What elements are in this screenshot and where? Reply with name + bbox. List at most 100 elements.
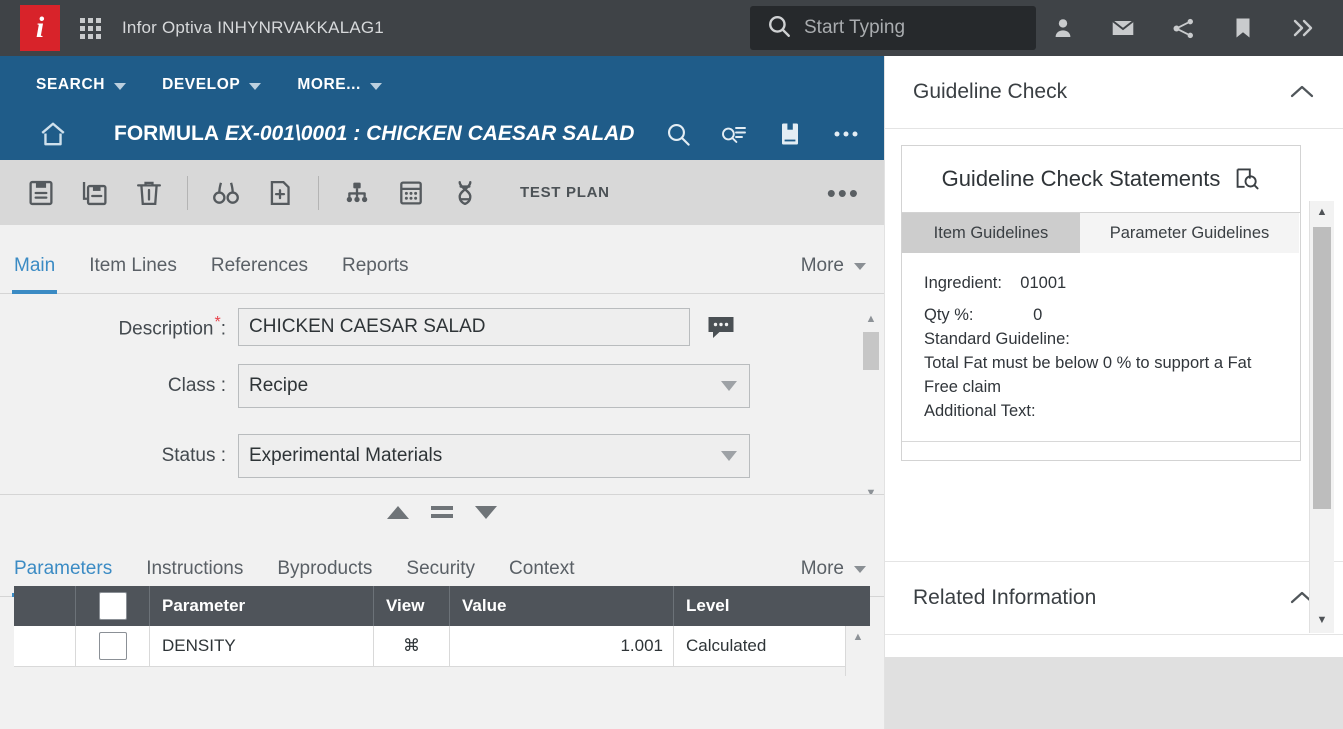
- collapse-up-icon[interactable]: [387, 506, 409, 519]
- share-icon[interactable]: [1153, 0, 1213, 56]
- page-title: FORMULA EX-001\0001 : CHICKEN CAESAR SAL…: [114, 122, 634, 146]
- inspect-document-icon[interactable]: [1234, 166, 1260, 192]
- guideline-line-rule: Total Fat must be below 0 % to support a…: [902, 351, 1300, 399]
- grid-header-view[interactable]: View: [374, 586, 450, 626]
- header-icon-group: [1033, 0, 1333, 56]
- status-select[interactable]: Experimental Materials: [238, 434, 750, 478]
- chevron-down-icon: [114, 83, 126, 90]
- test-plan-button[interactable]: TEST PLAN: [520, 184, 610, 201]
- row-select-cell: [76, 626, 150, 666]
- class-select[interactable]: Recipe: [238, 364, 750, 408]
- comment-icon[interactable]: [706, 314, 736, 340]
- right-panel-scrollbar[interactable]: ▲ ▼: [1309, 201, 1334, 633]
- scroll-down-icon[interactable]: ▼: [1310, 609, 1334, 631]
- restore-split-icon[interactable]: [431, 506, 453, 518]
- cell-view[interactable]: ⌘: [374, 626, 450, 666]
- tab-references[interactable]: References: [211, 255, 308, 293]
- scroll-up-icon[interactable]: ▲: [1310, 201, 1334, 223]
- home-icon[interactable]: [38, 120, 68, 148]
- grid-vertical-scrollbar[interactable]: ▲: [845, 626, 870, 676]
- main-tab-list: Main Item Lines References Reports: [0, 225, 884, 293]
- row-checkbox[interactable]: [99, 632, 127, 660]
- search-icon[interactable]: [650, 108, 706, 160]
- advanced-search-icon[interactable]: [706, 108, 762, 160]
- status-label: Status :: [0, 445, 238, 467]
- guideline-check-section-header[interactable]: Guideline Check: [885, 56, 1343, 129]
- dna-icon[interactable]: [438, 161, 492, 225]
- bookmark-icon[interactable]: [1213, 0, 1273, 56]
- panel-splitter: [0, 494, 884, 529]
- guideline-card-title: Guideline Check Statements: [942, 166, 1221, 192]
- nav-menu-search-label: SEARCH: [36, 76, 105, 94]
- delete-icon[interactable]: [122, 161, 176, 225]
- user-icon[interactable]: [1033, 0, 1093, 56]
- chevron-double-right-icon[interactable]: [1273, 0, 1333, 56]
- lower-tabs-more-button[interactable]: More: [801, 558, 866, 580]
- tab-item-lines[interactable]: Item Lines: [89, 255, 177, 293]
- status-select-value: Experimental Materials: [249, 445, 442, 467]
- nav-menu-more-label: MORE...: [297, 76, 361, 94]
- copy-icon[interactable]: [68, 161, 122, 225]
- chevron-down-icon: [370, 83, 382, 90]
- main-tabs-more-button[interactable]: More: [801, 255, 866, 277]
- apps-grid-icon[interactable]: [78, 16, 102, 40]
- chevron-up-icon[interactable]: [1288, 83, 1316, 101]
- scrollbar-thumb[interactable]: [1313, 227, 1331, 509]
- description-input[interactable]: CHICKEN CAESAR SALAD: [238, 308, 690, 346]
- form-vertical-scrollbar[interactable]: ▲ ▼: [858, 308, 884, 508]
- scroll-up-icon[interactable]: ▲: [846, 626, 870, 648]
- calculator-icon[interactable]: [384, 161, 438, 225]
- chevron-down-icon: [854, 263, 866, 270]
- toolbar-divider: [318, 176, 319, 210]
- book-icon[interactable]: [762, 108, 818, 160]
- global-search-input[interactable]: Start Typing: [750, 6, 1036, 50]
- chevron-down-icon: [721, 381, 737, 391]
- find-icon[interactable]: [199, 161, 253, 225]
- record-title-row: FORMULA EX-001\0001 : CHICKEN CAESAR SAL…: [0, 108, 884, 160]
- related-information-section-header[interactable]: Related Information: [885, 561, 1343, 635]
- main-form: Description*: CHICKEN CAESAR SALAD Class…: [0, 308, 884, 508]
- guideline-line-additional: Additional Text:: [902, 399, 1300, 423]
- mail-icon[interactable]: [1093, 0, 1153, 56]
- overflow-menu-icon[interactable]: [818, 108, 874, 160]
- description-field-row: Description*: CHICKEN CAESAR SALAD: [0, 308, 884, 346]
- nav-menu-search[interactable]: SEARCH: [36, 76, 126, 94]
- scroll-up-icon[interactable]: ▲: [858, 308, 884, 330]
- grid-header-value[interactable]: Value: [450, 586, 674, 626]
- tab-reports[interactable]: Reports: [342, 255, 409, 293]
- cell-parameter: DENSITY: [150, 626, 374, 666]
- tab-parameter-guidelines[interactable]: Parameter Guidelines: [1080, 213, 1299, 253]
- grid-header-parameter[interactable]: Parameter: [150, 586, 374, 626]
- new-document-icon[interactable]: [253, 161, 307, 225]
- guideline-check-statements-card: Guideline Check Statements Item Guidelin…: [901, 145, 1301, 461]
- infor-logo[interactable]: i: [20, 5, 60, 51]
- parameters-grid: Parameter View Value Level DENSITY ⌘ 1.0…: [14, 586, 870, 667]
- nav-menu-develop-label: DEVELOP: [162, 76, 240, 94]
- guideline-card-footer: [902, 441, 1300, 460]
- tab-main[interactable]: Main: [14, 255, 55, 293]
- hierarchy-icon[interactable]: [330, 161, 384, 225]
- chevron-down-icon: [249, 83, 261, 90]
- related-information-title: Related Information: [913, 586, 1096, 610]
- chevron-down-icon: [854, 566, 866, 573]
- select-all-checkbox[interactable]: [99, 592, 127, 620]
- save-icon[interactable]: [14, 161, 68, 225]
- collapse-down-icon[interactable]: [475, 506, 497, 519]
- guideline-check-body: Guideline Check Statements Item Guidelin…: [885, 129, 1343, 561]
- guideline-card-header: Guideline Check Statements: [902, 146, 1300, 213]
- guideline-line-ingredient: Ingredient: 01001: [902, 271, 1300, 295]
- record-id-name-label: EX-001\0001 : CHICKEN CAESAR SALAD: [225, 122, 635, 145]
- row-spacer-cell: [14, 626, 76, 666]
- class-select-value: Recipe: [249, 375, 308, 397]
- record-action-icons: [650, 108, 874, 160]
- nav-menu-develop[interactable]: DEVELOP: [162, 76, 261, 94]
- record-type-label: FORMULA: [114, 122, 219, 145]
- scrollbar-thumb[interactable]: [863, 332, 879, 370]
- grid-header-level[interactable]: Level: [674, 586, 870, 626]
- guideline-line-standard: Standard Guideline:: [902, 327, 1300, 351]
- cell-level: Calculated: [674, 626, 870, 666]
- table-row[interactable]: DENSITY ⌘ 1.001 Calculated: [14, 626, 870, 667]
- tab-item-guidelines[interactable]: Item Guidelines: [902, 213, 1080, 253]
- toolbar-divider: [187, 176, 188, 210]
- nav-menu-more[interactable]: MORE...: [297, 76, 382, 94]
